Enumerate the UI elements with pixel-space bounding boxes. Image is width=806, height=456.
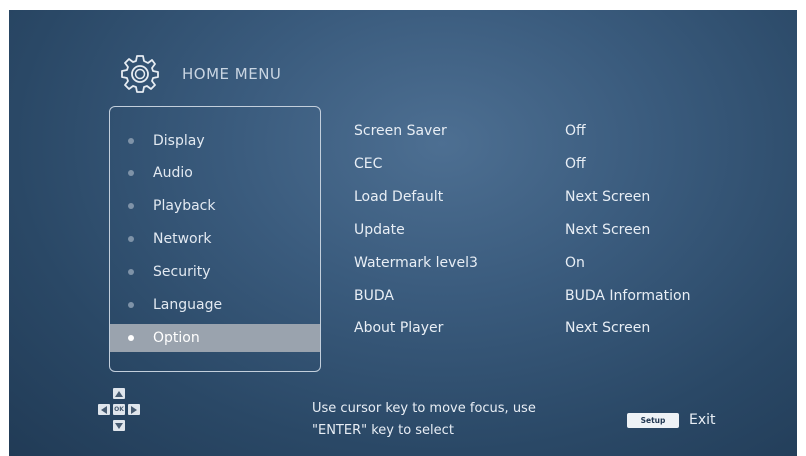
setting-load-default[interactable]: Load Default Next Screen	[354, 186, 734, 208]
menu-item-audio[interactable]: Audio	[110, 159, 320, 187]
menu-item-network[interactable]: Network	[110, 225, 320, 253]
menu-item-security[interactable]: Security	[110, 258, 320, 286]
menu-item-label: Audio	[153, 165, 193, 181]
setting-buda[interactable]: BUDA BUDA Information	[354, 285, 734, 307]
arrow-left-icon	[98, 404, 110, 415]
setting-value: Next Screen	[565, 189, 651, 205]
setting-watermark[interactable]: Watermark level3 On	[354, 252, 734, 274]
menu-item-label: Security	[153, 264, 211, 280]
setting-value: BUDA Information	[565, 288, 691, 304]
setup-button[interactable]: Setup	[627, 413, 679, 428]
setting-value: Off	[565, 156, 586, 172]
setting-name: Screen Saver	[354, 123, 447, 139]
bullet-icon	[128, 236, 134, 242]
arrow-right-icon	[128, 404, 140, 415]
menu-item-label: Network	[153, 231, 212, 247]
setting-name: About Player	[354, 320, 444, 336]
menu-item-language[interactable]: Language	[110, 291, 320, 319]
bullet-icon	[128, 335, 134, 341]
menu-item-label: Playback	[153, 198, 216, 214]
setting-value: On	[565, 255, 585, 271]
help-text: Use cursor key to move focus, use "ENTER…	[312, 398, 536, 442]
dpad-icon: OK	[91, 388, 147, 436]
setting-value: Off	[565, 123, 586, 139]
setting-name: CEC	[354, 156, 383, 172]
help-text-line-1: Use cursor key to move focus, use	[312, 401, 536, 416]
setting-name: Watermark level3	[354, 255, 478, 271]
menu-item-label: Display	[153, 133, 205, 149]
menu-item-option[interactable]: Option	[110, 324, 320, 352]
setting-screen-saver[interactable]: Screen Saver Off	[354, 120, 734, 142]
menu-list: Display Audio Playback Network Security …	[109, 106, 321, 372]
menu-item-label: Language	[153, 297, 223, 313]
setting-name: BUDA	[354, 288, 394, 304]
ok-key: OK	[113, 404, 125, 415]
bullet-icon	[128, 203, 134, 209]
setting-name: Load Default	[354, 189, 444, 205]
bullet-icon	[128, 302, 134, 308]
arrow-down-icon	[113, 420, 125, 431]
setting-about-player[interactable]: About Player Next Screen	[354, 317, 734, 339]
setting-name: Update	[354, 222, 405, 238]
setting-value: Next Screen	[565, 222, 651, 238]
setting-update[interactable]: Update Next Screen	[354, 219, 734, 241]
bullet-icon	[128, 138, 134, 144]
menu-item-label: Option	[153, 330, 200, 346]
setting-cec[interactable]: CEC Off	[354, 153, 734, 175]
arrow-up-icon	[113, 388, 125, 399]
help-text-line-2: "ENTER" key to select	[312, 423, 454, 438]
gear-icon	[121, 55, 159, 93]
page-title: HOME MENU	[182, 65, 282, 83]
setting-value: Next Screen	[565, 320, 651, 336]
menu-item-playback[interactable]: Playback	[110, 192, 320, 220]
menu-item-display[interactable]: Display	[110, 127, 320, 155]
bullet-icon	[128, 269, 134, 275]
page-header: HOME MENU	[120, 52, 281, 96]
exit-label: Exit	[689, 412, 716, 428]
bullet-icon	[128, 170, 134, 176]
